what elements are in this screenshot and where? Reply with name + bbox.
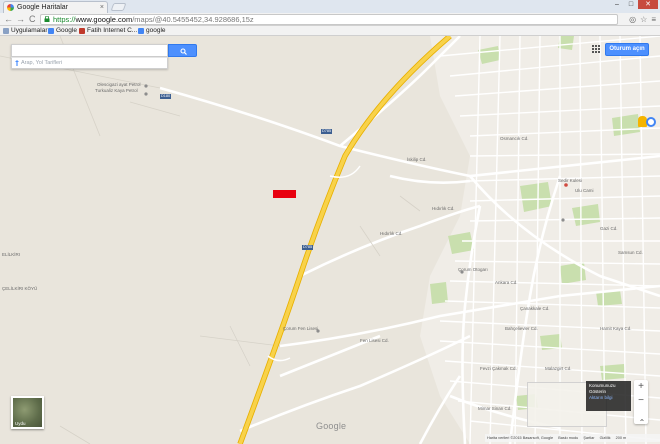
street-label: Malazgirt Cd. [545,366,572,371]
poi-label[interactable]: Ulu Cami [575,188,594,193]
street-label: Samsun Cd. [618,250,643,255]
area-label: ÇELİLKİRI KÖYÜ [2,286,38,291]
satellite-label: Uydu [15,421,26,426]
print-link[interactable]: Baskı modu [558,436,578,440]
location-icon[interactable]: ◎ [629,14,636,25]
street-label: Fevzi Çakmak Cd. [480,366,517,371]
directions-icon [15,60,19,66]
street-label: Hıdırlık Cd. [380,231,403,236]
close-window-button[interactable]: ✕ [638,0,658,9]
google-icon [48,27,54,34]
poi-label[interactable]: Sedir Kulesi [558,178,582,183]
street-label: İskilip Cd. [407,157,427,162]
bookmark-label: Uygulamalar [11,27,48,34]
url-path: /maps/@40.5455452,34.928686,15z [132,15,254,24]
forward-button[interactable]: → [16,14,25,25]
apps-icon [3,27,9,34]
satellite-toggle[interactable]: Uydu [11,396,44,429]
privacy-link[interactable]: Gizlilik [600,436,611,440]
directions-link[interactable]: Arap, Yol Tarifleri [11,57,168,69]
zoom-in-button[interactable]: + [634,380,648,394]
redaction-marker [273,190,296,198]
search-button[interactable] [168,44,197,57]
toolbar-icons: ◎ ☆ ≡ [629,14,656,25]
google-icon [138,27,144,34]
poi-label[interactable]: Turkualiz Kaya Petrol [95,88,138,93]
bookmark-star-icon[interactable]: ☆ [640,14,647,25]
bookmark-google[interactable]: Google [48,26,77,35]
bookmark-fatih[interactable]: Fatih Internet C... [79,26,137,35]
directions-label: Arap, Yol Tarifleri [21,60,63,66]
browser-tab-strip: Google Haritalar × – □ ✕ [0,0,660,13]
route-shield: D180 [160,94,172,99]
tooltip-sub: Aktarın bilgi [589,395,613,400]
area-label: ELİLKİRI [2,252,21,257]
tab-google-maps[interactable]: Google Haritalar × [3,1,108,13]
route-shield: D785 [321,129,333,134]
street-label: Gazi Cd. [600,226,618,231]
maximize-button[interactable]: □ [624,0,638,9]
street-label: Osmancık Cd. [500,136,529,141]
street-label: Fen Lisesi Cd. [360,338,389,343]
url-host: www.google.com [75,15,133,24]
street-label: Ankara Cd. [495,280,518,285]
apps-grid-icon[interactable] [592,45,600,53]
route-shield: D785 [302,245,314,250]
minimize-button[interactable]: – [610,0,624,9]
bookmark-label: Fatih Internet C... [87,27,138,34]
bookmark-google-2[interactable]: google [138,26,166,35]
street-label: Bahçelievler Cd. [505,326,538,331]
terms-link[interactable]: Şartlar [583,436,594,440]
search-input[interactable] [11,44,168,57]
reload-button[interactable]: C [29,14,36,25]
poi-label[interactable]: Çorum Otogarı [458,267,488,272]
browser-toolbar: ← → C https://www.google.com/maps/@40.54… [0,13,660,26]
back-button[interactable]: ← [4,14,13,25]
google-logo: Google [316,421,347,431]
lock-icon [44,16,50,22]
menu-icon[interactable]: ≡ [651,14,656,25]
poi-label[interactable]: Çorum Fen Lisesi [283,326,318,331]
map-attribution: Harita verileri ©2015 Basarsoft, Google [487,436,554,440]
street-label: Çanakkale Cd. [520,306,550,311]
tab-title: Google Haritalar [17,4,68,11]
zoom-out-button[interactable]: − [634,394,648,408]
scale-label: 200 m [615,436,627,440]
street-label: Mimar Sinan Cd. [478,406,512,411]
window-controls: – □ ✕ [610,0,658,10]
address-bar[interactable]: https://www.google.com/maps/@40.5455452,… [40,14,618,25]
bookmark-label: Google [56,27,77,34]
location-tooltip[interactable]: Konumunuzu Gösterin Aktarın bilgi [586,381,631,411]
my-location-icon[interactable] [646,117,656,127]
street-label: Hamit Kaya Cd. [600,326,632,331]
poi-label[interactable]: Olescigazi ayat Petrol [97,82,141,87]
fatih-icon [79,27,85,34]
street-label: Hıdırlık Cd. [432,206,455,211]
bookmark-apps[interactable]: Uygulamalar [3,26,48,35]
sign-in-button[interactable]: Oturum açın [605,43,649,56]
bookmark-label: google [146,27,166,34]
new-tab-button[interactable] [110,3,127,11]
search-icon [180,48,187,55]
bookmarks-bar: Uygulamalar Google Fatih Internet C... g… [0,26,660,36]
tab-close-icon[interactable]: × [100,2,104,13]
url-scheme: https:// [53,15,76,24]
expand-icon[interactable]: ⌃ [636,418,648,428]
map-footer: Harita verileri ©2015 Basarsoft, Google … [485,434,660,442]
google-maps-favicon-icon [7,4,14,11]
